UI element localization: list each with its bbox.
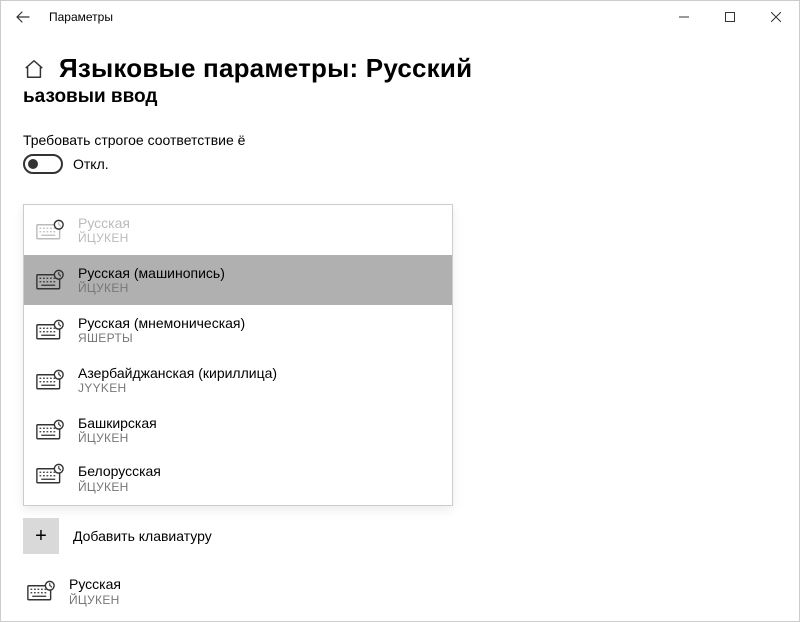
installed-keyboard[interactable]: Русская ЙЦУКЕН bbox=[23, 572, 777, 611]
titlebar: Параметры bbox=[1, 1, 799, 33]
toggle-knob bbox=[28, 159, 38, 169]
keyboard-name: Башкирская bbox=[78, 415, 157, 432]
keyboard-icon bbox=[36, 219, 64, 241]
maximize-icon bbox=[725, 12, 735, 22]
keyboard-layout: ЙЦУКЕН bbox=[78, 231, 130, 245]
close-icon bbox=[771, 12, 781, 22]
page-content: Языковые параметры: Русский ьазовыи ввод… bbox=[1, 33, 799, 611]
keyboard-option[interactable]: Азербайджанская (кириллица) JYYKEH bbox=[24, 355, 452, 405]
keyboard-option[interactable]: Белорусская ЙЦУКЕН bbox=[24, 455, 452, 505]
add-keyboard-label: Добавить клавиатуру bbox=[73, 528, 212, 544]
keyboard-icon bbox=[36, 419, 64, 441]
minimize-button[interactable] bbox=[661, 1, 707, 33]
keyboard-icon bbox=[36, 369, 64, 391]
strict-yo-label: Требовать строгое соответствие ё bbox=[23, 132, 777, 148]
plus-icon: + bbox=[35, 525, 47, 548]
keyboard-name: Азербайджанская (кириллица) bbox=[78, 365, 277, 382]
strict-yo-toggle[interactable] bbox=[23, 154, 63, 174]
keyboard-dropdown[interactable]: Русская ЙЦУКЕН Русская (машинопись) ЙЦУК… bbox=[23, 204, 453, 506]
keyboard-option[interactable]: Русская (машинопись) ЙЦУКЕН bbox=[24, 255, 452, 305]
keyboard-layout: ЙЦУКЕН bbox=[78, 281, 225, 295]
back-button[interactable] bbox=[9, 3, 37, 31]
keyboard-icon bbox=[27, 580, 55, 602]
add-keyboard-row[interactable]: + Добавить клавиатуру bbox=[23, 514, 777, 558]
add-button[interactable]: + bbox=[23, 518, 59, 554]
keyboard-option[interactable]: Башкирская ЙЦУКЕН bbox=[24, 405, 452, 455]
keyboard-name: Русская (машинопись) bbox=[78, 265, 225, 282]
keyboard-name: Русская (мнемоническая) bbox=[78, 315, 245, 332]
keyboard-name: Белорусская bbox=[78, 463, 161, 480]
minimize-icon bbox=[679, 12, 689, 22]
keyboard-icon bbox=[36, 319, 64, 341]
page-header: Языковые параметры: Русский bbox=[23, 53, 777, 84]
toggle-state: Откл. bbox=[73, 156, 109, 172]
window-controls bbox=[661, 1, 799, 33]
keyboard-option[interactable]: Русская (мнемоническая) ЯШЕРТЫ bbox=[24, 305, 452, 355]
keyboard-layout: JYYKEH bbox=[78, 381, 277, 395]
keyboard-name: Русская bbox=[69, 576, 121, 593]
strict-yo-section: Требовать строгое соответствие ё Откл. bbox=[23, 132, 777, 174]
keyboard-option: Русская ЙЦУКЕН bbox=[24, 205, 452, 255]
keyboard-name: Русская bbox=[78, 215, 130, 232]
keyboard-layout: ЙЦУКЕН bbox=[69, 593, 121, 607]
keyboard-icon bbox=[36, 269, 64, 291]
page-title: Языковые параметры: Русский bbox=[59, 53, 472, 84]
home-icon[interactable] bbox=[23, 58, 45, 80]
keyboard-icon bbox=[36, 463, 64, 485]
close-button[interactable] bbox=[753, 1, 799, 33]
keyboard-layout: ЙЦУКЕН bbox=[78, 431, 157, 445]
keyboard-layout: ЙЦУКЕН bbox=[78, 480, 161, 494]
keyboard-layout: ЯШЕРТЫ bbox=[78, 331, 245, 345]
maximize-button[interactable] bbox=[707, 1, 753, 33]
page-subtitle: ьазовыи ввод bbox=[23, 86, 777, 108]
back-arrow-icon bbox=[16, 10, 30, 24]
window-title: Параметры bbox=[37, 10, 113, 24]
